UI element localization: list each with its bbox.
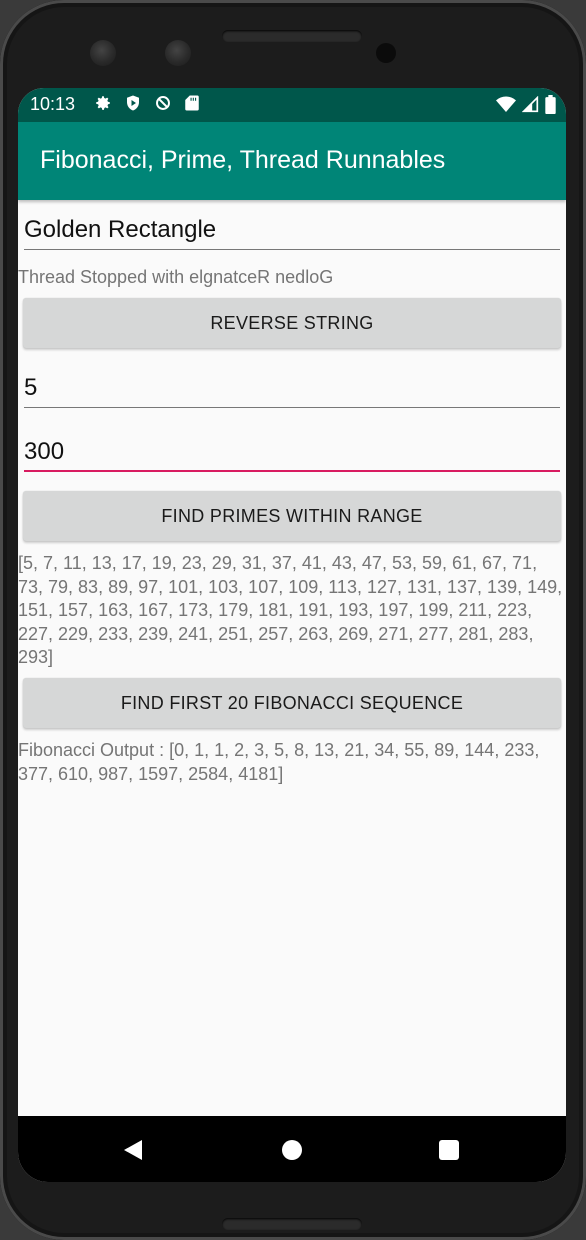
- prime-start-input[interactable]: 5: [24, 362, 560, 408]
- navigation-bar: [18, 1116, 566, 1182]
- bottom-speaker: [222, 1218, 362, 1230]
- back-icon[interactable]: [122, 1138, 144, 1167]
- earpiece-speaker: [222, 30, 362, 42]
- app-title: Fibonacci, Prime, Thread Runnables: [40, 146, 446, 174]
- cell-signal-icon: [521, 95, 539, 118]
- reverse-string-button[interactable]: REVERSE STRING: [23, 298, 561, 348]
- wifi-icon: [496, 96, 516, 118]
- reverse-string-input[interactable]: Golden Rectangle: [24, 204, 560, 250]
- prime-end-value: 300: [24, 438, 65, 465]
- sd-card-icon: [184, 94, 200, 117]
- play-protect-icon: [124, 94, 142, 117]
- proximity-sensor: [90, 40, 116, 66]
- recents-icon[interactable]: [439, 1140, 459, 1160]
- prime-start-value: 5: [24, 374, 38, 401]
- find-primes-button[interactable]: FIND PRIMES WITHIN RANGE: [23, 491, 561, 541]
- input-underline: [24, 249, 560, 250]
- front-camera: [376, 43, 396, 63]
- primes-result-text: [5, 7, 11, 13, 17, 19, 23, 29, 31, 37, 4…: [18, 553, 563, 667]
- battery-icon: [545, 95, 556, 119]
- screen: 10:13 Fibonacci, Prime, Thread Runnables…: [18, 88, 566, 1182]
- find-fibonacci-button[interactable]: FIND FIRST 20 FIBONACCI SEQUENCE: [23, 678, 561, 728]
- status-time: 10:13: [30, 94, 76, 114]
- phone-frame: 10:13 Fibonacci, Prime, Thread Runnables…: [0, 0, 586, 1240]
- prime-end-input[interactable]: 300: [24, 426, 560, 472]
- fibonacci-result-text: Fibonacci Output : [0, 1, 1, 2, 3, 5, 8,…: [18, 740, 540, 784]
- reverse-result-text: Thread Stopped with elgnatceR nedloG: [18, 267, 334, 287]
- reverse-string-input-value: Golden Rectangle: [24, 216, 217, 243]
- input-underline-focused: [24, 470, 560, 472]
- gear-icon: [94, 94, 112, 117]
- light-sensor: [165, 40, 191, 66]
- home-icon[interactable]: [282, 1140, 302, 1160]
- status-bar: 10:13: [18, 88, 566, 122]
- no-sync-icon: [154, 94, 172, 117]
- input-underline: [24, 407, 560, 408]
- app-bar: Fibonacci, Prime, Thread Runnables: [18, 122, 566, 200]
